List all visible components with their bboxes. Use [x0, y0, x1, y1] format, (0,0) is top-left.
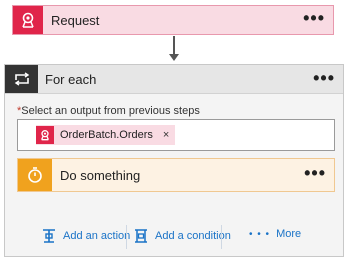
request-menu-button[interactable]: ••• — [303, 9, 325, 27]
timer-icon — [18, 159, 52, 191]
request-icon — [36, 126, 54, 144]
foreach-scope: For each ••• *Select an output from prev… — [4, 64, 344, 257]
add-action-label: Add an action — [63, 230, 131, 242]
foreach-menu-button[interactable]: ••• — [313, 69, 335, 87]
select-output-label-text: Select an output from previous steps — [21, 105, 200, 117]
more-label: More — [276, 228, 302, 240]
connector-arrow-icon — [169, 54, 179, 61]
connector-line — [173, 36, 175, 56]
add-action-button[interactable]: Add an action — [41, 228, 130, 244]
request-icon — [13, 6, 43, 34]
add-condition-label: Add a condition — [155, 230, 231, 242]
footer-divider — [126, 225, 127, 249]
request-trigger-card[interactable]: Request ••• — [12, 5, 334, 35]
more-button[interactable]: • • • More — [249, 228, 301, 240]
foreach-footer-actions: Add an action Add a condition • • • More — [5, 225, 343, 249]
loop-icon — [5, 65, 38, 93]
token-label: OrderBatch.Orders — [60, 129, 153, 141]
foreach-header[interactable]: For each ••• — [5, 65, 343, 94]
foreach-title: For each — [45, 72, 97, 87]
dynamic-content-token[interactable]: OrderBatch.Orders × — [36, 125, 176, 145]
add-action-icon — [41, 228, 57, 244]
select-output-label: *Select an output from previous steps — [17, 105, 200, 117]
select-output-field[interactable]: OrderBatch.Orders × — [17, 119, 335, 151]
action-card-do-something[interactable]: Do something ••• — [17, 158, 335, 192]
request-title: Request — [51, 13, 100, 28]
token-remove-button[interactable]: × — [163, 129, 169, 141]
more-icon: • • • — [249, 228, 271, 240]
footer-divider — [221, 225, 222, 249]
action-menu-button[interactable]: ••• — [304, 164, 326, 182]
add-condition-icon — [133, 228, 149, 244]
action-title: Do something — [60, 168, 141, 183]
add-condition-button[interactable]: Add a condition — [133, 228, 231, 244]
